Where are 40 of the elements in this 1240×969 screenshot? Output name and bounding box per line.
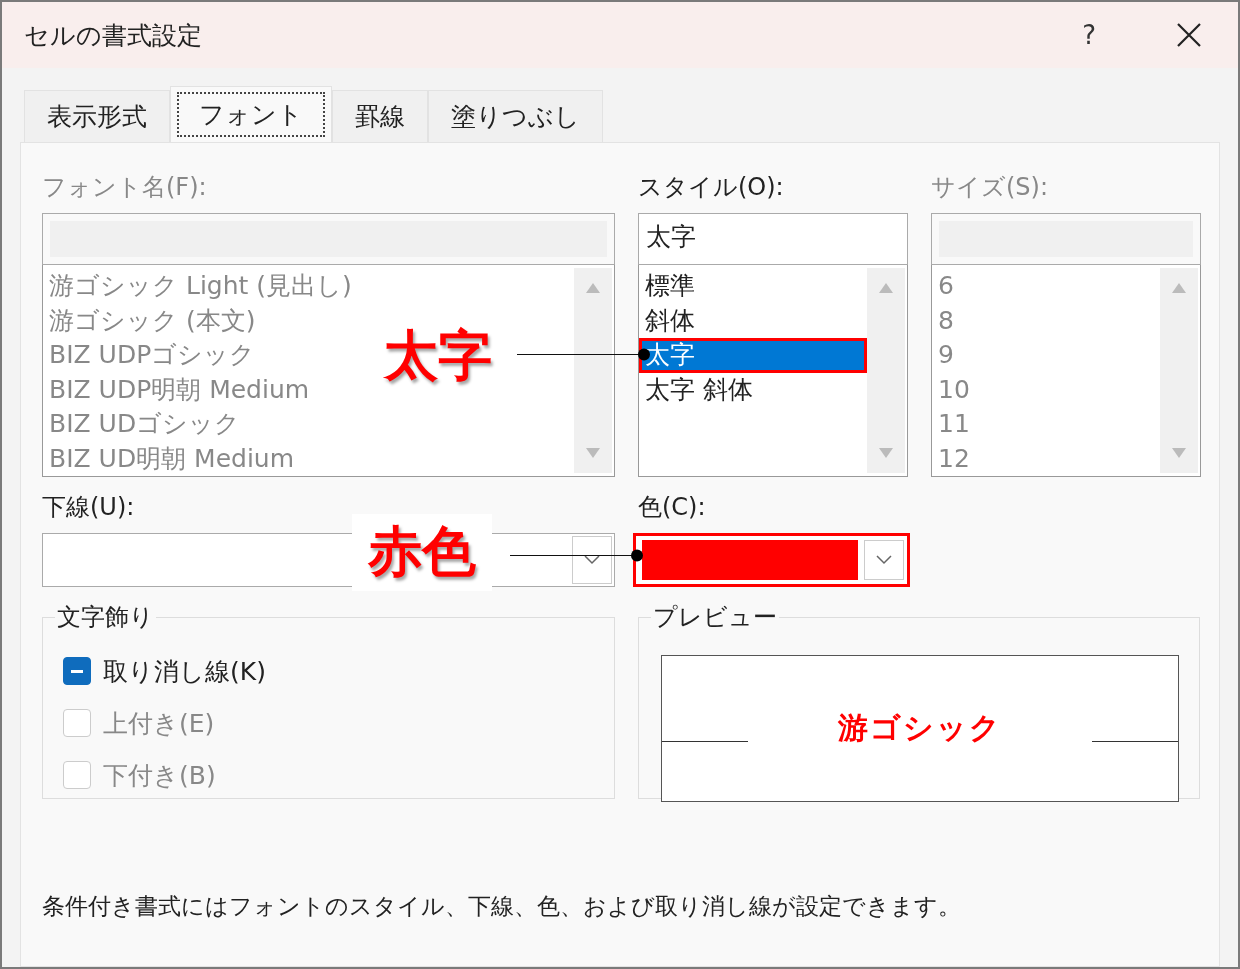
scrollbar[interactable] [574, 268, 612, 473]
group-title: プレビュー [652, 602, 778, 633]
font-name-field[interactable] [42, 213, 615, 265]
checkbox-label: 下付き(B) [103, 759, 216, 792]
scroll-down-icon[interactable] [585, 447, 601, 459]
field-label: 色(C): [638, 492, 707, 521]
field-label: フォント名(F): [42, 172, 208, 201]
chevron-down-icon [584, 555, 600, 565]
size-field[interactable] [931, 213, 1201, 265]
window-title: セルの書式設定 [24, 19, 203, 52]
checkbox-label: 上付き(E) [103, 707, 215, 740]
scrollbar[interactable] [1160, 268, 1198, 473]
chevron-down-icon [876, 555, 892, 565]
preview-text: 游ゴシック [838, 709, 1002, 747]
tab[interactable]: フォント [170, 86, 332, 142]
list-item[interactable]: 太字 斜体 [639, 372, 757, 407]
tab[interactable]: 罫線 [332, 90, 428, 142]
scroll-down-icon[interactable] [878, 447, 894, 459]
help-button[interactable]: ? [1082, 20, 1096, 50]
list-item[interactable]: 太字 [639, 338, 867, 373]
scroll-up-icon[interactable] [585, 282, 601, 294]
note-text: 条件付き書式にはフォントのスタイル、下線、色、および取り消し線が設定できます。 [42, 892, 962, 921]
checkbox-label: 取り消し線(K) [103, 655, 266, 688]
close-icon[interactable] [1176, 22, 1202, 48]
tab[interactable]: 表示形式 [24, 90, 170, 142]
scroll-up-icon[interactable] [1171, 282, 1187, 294]
style-field[interactable]: 太字 [638, 213, 908, 265]
group-title: 文字飾り [56, 602, 155, 633]
field-label: サイズ(S): [931, 172, 1050, 201]
callout-tooltip: 赤色 [352, 514, 492, 591]
color-dropdown[interactable] [633, 533, 910, 587]
field-label: スタイル(O): [638, 172, 785, 201]
tab[interactable]: 塗りつぶし [428, 90, 603, 142]
checkbox[interactable] [63, 657, 91, 685]
field-label: 下線(U): [42, 492, 136, 521]
list-item[interactable]: 斜体 [639, 303, 699, 338]
scroll-up-icon[interactable] [878, 282, 894, 294]
scroll-down-icon[interactable] [1171, 447, 1187, 459]
scrollbar[interactable] [867, 268, 905, 473]
list-item[interactable]: 標準 [639, 269, 699, 304]
